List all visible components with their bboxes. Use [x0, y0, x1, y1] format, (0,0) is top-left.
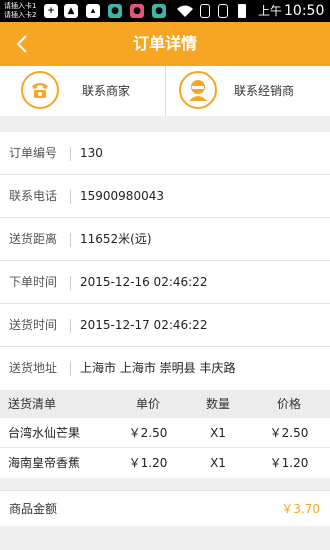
detail-label: 联系电话 [9, 189, 58, 203]
detail-label: 送货时间 [9, 318, 58, 332]
contact-dealer-label: 联系经销商 [234, 84, 295, 98]
detail-separator [70, 147, 71, 161]
contact-bar: 联系商家 联系经销商 [0, 66, 330, 116]
table-row: 海南皇帝香蕉 ￥1.20 X1 ￥1.20 [0, 448, 330, 478]
image-icon: ▴ [86, 4, 100, 18]
detail-separator [70, 319, 71, 333]
app2-icon: ● [152, 4, 166, 18]
order-details: 订单编号 130 联系电话 15900980043 送货距离 11652米(远)… [0, 132, 330, 390]
detail-label: 送货地址 [9, 361, 58, 375]
detail-row-address: 送货地址 上海市 上海市 崇明县 丰庆路 [0, 347, 330, 390]
detail-label: 订单编号 [9, 146, 58, 160]
detail-row-order-time: 下单时间 2015-12-16 02:46:22 [0, 261, 330, 304]
product-table: 送货清单 单价 数量 价格 台湾水仙芒果 ￥2.50 X1 ￥2.50 海南皇帝… [0, 390, 330, 478]
quantity: X1 [210, 426, 226, 440]
battery-icon [238, 4, 246, 18]
column-header: 价格 [276, 397, 301, 411]
sim-card-icon [200, 4, 210, 18]
address-value: 上海市 上海市 崇明县 丰庆路 [80, 361, 236, 375]
detail-row-phone: 联系电话 15900980043 [0, 175, 330, 218]
photo-icon: ▲ [64, 4, 78, 18]
total-bar: 商品金额 ￥3.70 [0, 490, 330, 526]
sim-card2-icon [218, 4, 228, 18]
column-header: 单价 [135, 397, 160, 411]
product-name: 台湾水仙芒果 [8, 426, 81, 440]
contact-merchant-label: 联系商家 [82, 84, 131, 98]
delivery-time-value: 2015-12-17 02:46:22 [80, 318, 208, 332]
line-price: ￥2.50 [269, 426, 309, 440]
unit-price: ￥1.20 [128, 456, 168, 470]
status-bar: 请插入卡1 请插入卡2 + ▲ ▴ ● ● ● 上午 10:50 [0, 0, 330, 22]
page-title: 订单详情 [132, 34, 197, 53]
title-bar: 订单详情 [0, 22, 330, 66]
detail-separator [70, 362, 71, 376]
phone-value: 15900980043 [80, 189, 164, 203]
distance-value: 11652米(远) [80, 232, 152, 246]
sim2-text: 请插入卡2 [4, 11, 37, 19]
contact-dealer-button[interactable]: 联系经销商 [166, 66, 330, 116]
detail-label: 下单时间 [9, 275, 58, 289]
detail-separator [70, 190, 71, 204]
unit-price: ￥2.50 [128, 426, 168, 440]
quantity: X1 [210, 456, 226, 470]
detail-row-delivery-time: 送货时间 2015-12-17 02:46:22 [0, 304, 330, 347]
detail-row-distance: 送货距离 11652米(远) [0, 218, 330, 261]
am-pm: 上午 [258, 4, 283, 18]
app-icon: ● [108, 4, 122, 18]
total-label: 商品金额 [9, 502, 58, 516]
game-icon: ● [130, 4, 144, 18]
detail-separator [70, 276, 71, 290]
order-number-value: 130 [80, 146, 103, 160]
contact-merchant-button[interactable]: 联系商家 [0, 66, 165, 116]
sim-status: 请插入卡1 请插入卡2 [4, 2, 36, 20]
detail-label: 送货距离 [9, 232, 58, 246]
clock: 10:50 [284, 3, 325, 19]
line-price: ￥1.20 [269, 456, 309, 470]
table-row: 台湾水仙芒果 ￥2.50 X1 ￥2.50 [0, 418, 330, 448]
detail-separator [70, 233, 71, 247]
sim1-text: 请插入卡1 [4, 2, 37, 10]
service-agent-icon [179, 71, 217, 109]
product-name: 海南皇帝香蕉 [8, 456, 81, 470]
column-header: 送货清单 [8, 397, 57, 411]
table-header: 送货清单 单价 数量 价格 [0, 390, 330, 418]
total-value: ￥3.70 [281, 502, 320, 516]
column-header: 数量 [205, 397, 230, 411]
add-icon: + [44, 4, 58, 18]
phone-icon [21, 71, 59, 109]
detail-row-order-number: 订单编号 130 [0, 132, 330, 175]
order-time-value: 2015-12-16 02:46:22 [80, 275, 208, 289]
wifi-icon [177, 5, 193, 17]
